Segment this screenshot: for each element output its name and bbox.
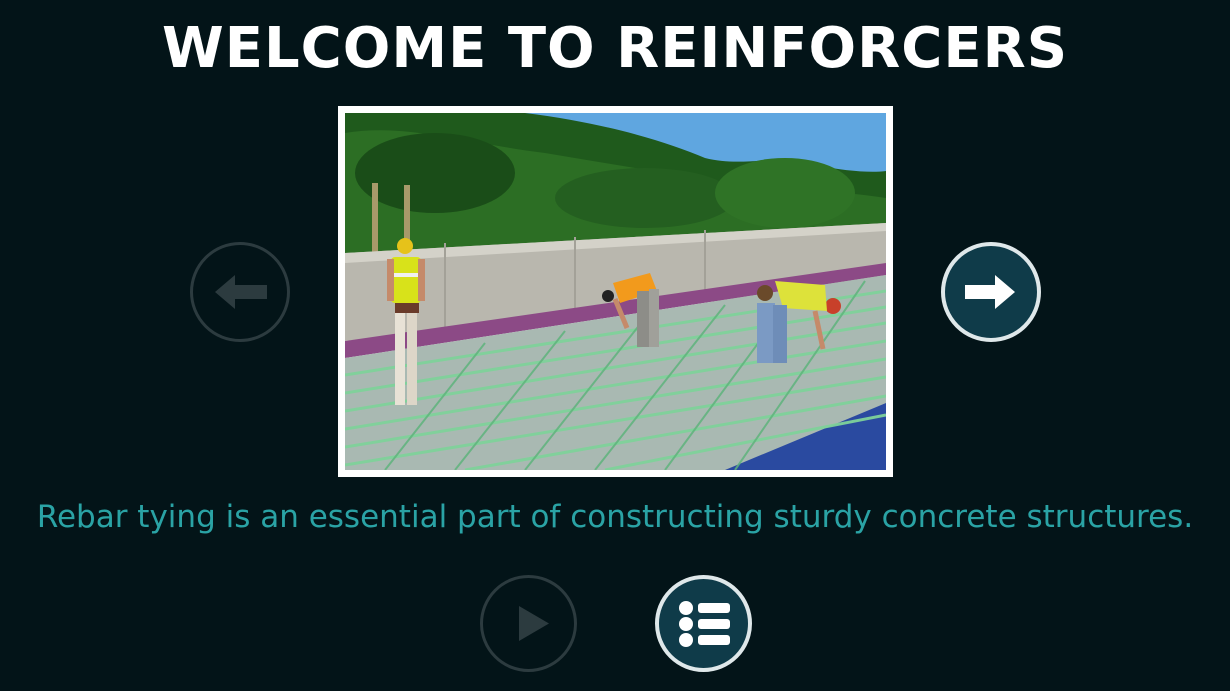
slide-stage: WELCOME TO REINFORCERS Rebar tying is an…: [0, 0, 1230, 691]
arrow-left-icon: [215, 275, 267, 309]
rebar-workers-photo: [345, 113, 886, 470]
next-slide-button[interactable]: [941, 242, 1041, 342]
play-button[interactable]: [480, 575, 577, 672]
menu-button[interactable]: [655, 575, 752, 672]
previous-slide-button[interactable]: [190, 242, 290, 342]
slide-photo: [338, 106, 893, 477]
page-title: WELCOME TO REINFORCERS: [161, 16, 1069, 81]
play-icon: [519, 606, 549, 641]
list-menu-icon: [679, 601, 730, 647]
slide-caption: Rebar tying is an essential part of cons…: [36, 499, 1194, 535]
arrow-right-icon: [965, 275, 1015, 309]
